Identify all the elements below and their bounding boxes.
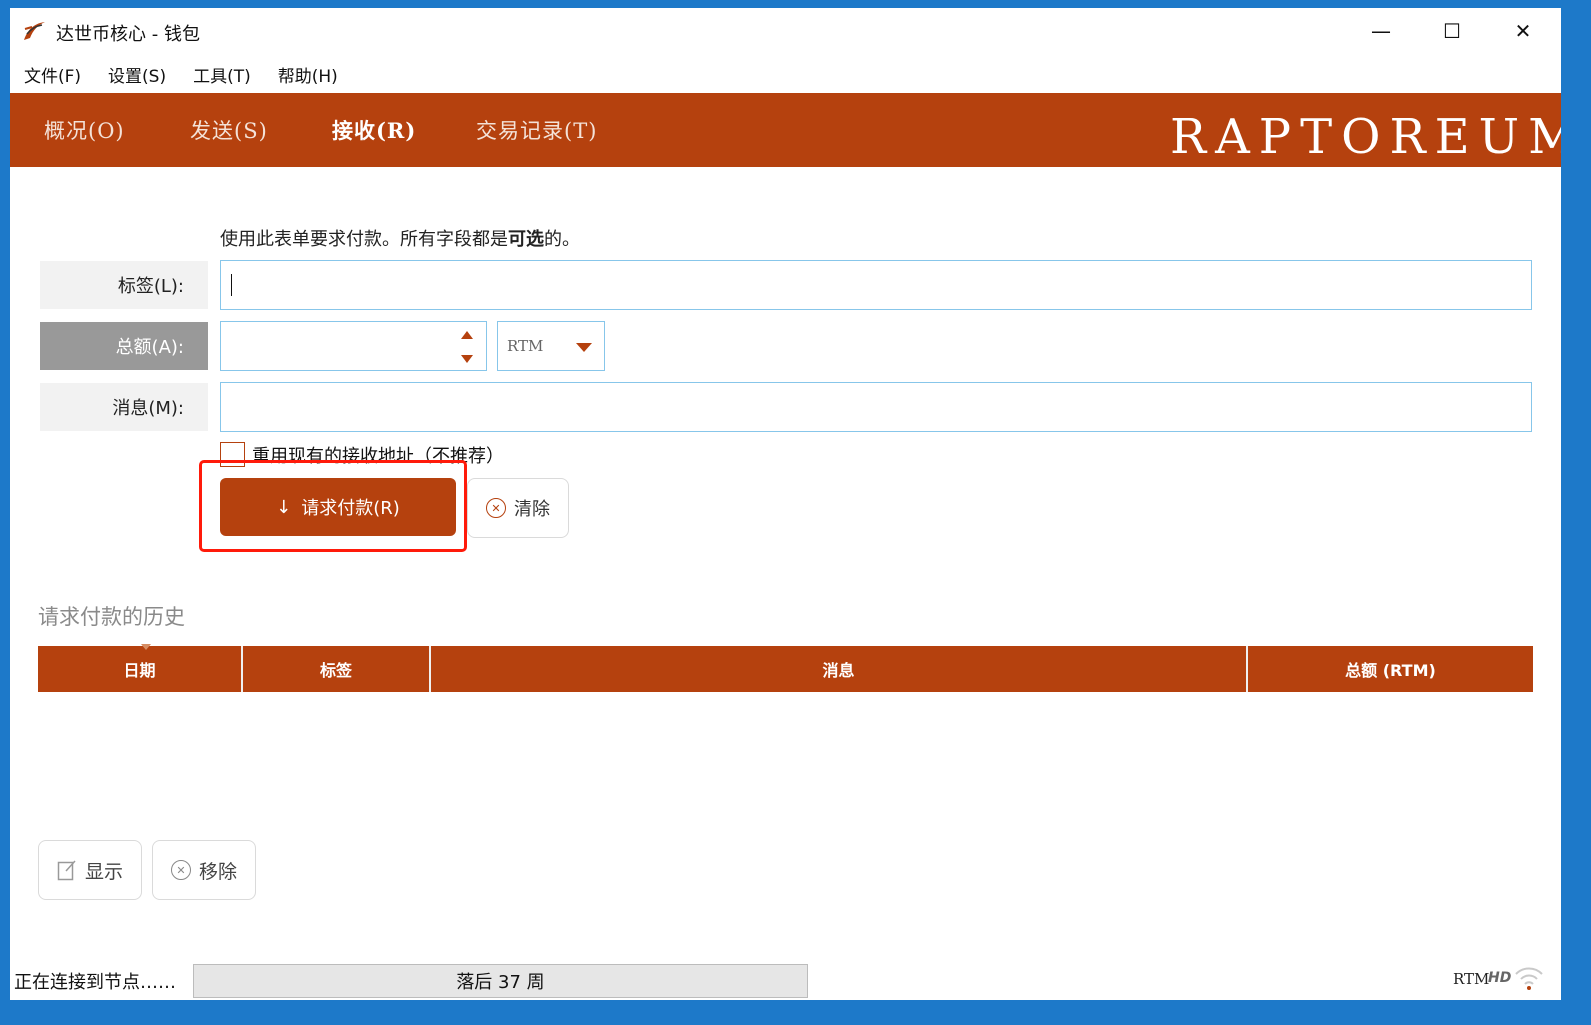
menu-bar: 文件(F) 设置(S) 工具(T) 帮助(H) bbox=[10, 56, 1561, 92]
message-field-label: 消息(M): bbox=[40, 383, 208, 431]
unit-select[interactable]: RTM bbox=[497, 321, 605, 371]
amount-input[interactable] bbox=[220, 321, 487, 371]
column-header-date[interactable]: 日期 bbox=[38, 646, 243, 692]
request-payment-label: 请求付款(R) bbox=[301, 498, 400, 519]
edit-document-icon bbox=[57, 860, 76, 881]
tab-bar: 概况(O) 发送(S) 接收(R) 交易记录(T) RAPTOREUM bbox=[10, 93, 1561, 167]
column-header-message[interactable]: 消息 bbox=[431, 646, 1248, 692]
remove-button[interactable]: ✕ 移除 bbox=[152, 840, 256, 900]
form-intro: 使用此表单要求付款。所有字段都是可选的。 bbox=[220, 225, 580, 251]
menu-file[interactable]: 文件(F) bbox=[24, 56, 94, 92]
intro-bold: 可选 bbox=[508, 229, 544, 250]
intro-text: 使用此表单要求付款。所有字段都是 bbox=[220, 229, 508, 250]
maximize-button[interactable]: ☐ bbox=[1417, 8, 1487, 54]
close-button[interactable]: ✕ bbox=[1488, 8, 1558, 54]
history-table-header: 日期 标签 消息 总额 (RTM) bbox=[38, 646, 1533, 692]
status-unit[interactable]: RTM bbox=[1453, 970, 1489, 988]
show-button-label: 显示 bbox=[84, 860, 123, 883]
raptoreum-logo-icon bbox=[24, 22, 45, 40]
tab-receive[interactable]: 接收(R) bbox=[332, 115, 416, 145]
circle-x-icon: ✕ bbox=[486, 498, 506, 518]
arrow-down-icon: ↓ bbox=[276, 496, 292, 518]
menu-help[interactable]: 帮助(H) bbox=[278, 56, 351, 92]
remove-button-label: 移除 bbox=[198, 860, 237, 883]
intro-suffix: 的。 bbox=[544, 229, 580, 250]
menu-settings[interactable]: 设置(S) bbox=[108, 56, 179, 92]
menu-tools[interactable]: 工具(T) bbox=[193, 56, 264, 92]
hd-wallet-icon: HD bbox=[1488, 970, 1512, 986]
reuse-address-checkbox[interactable] bbox=[220, 442, 245, 467]
sync-progress-bar: 落后 37 周 bbox=[193, 964, 808, 998]
reuse-address-label[interactable]: 重用现有的接收地址（不推荐） bbox=[252, 442, 504, 468]
unit-select-value: RTM bbox=[507, 337, 544, 355]
column-header-label[interactable]: 标签 bbox=[243, 646, 431, 692]
brand-logo: RAPTOREUM bbox=[1170, 109, 1561, 165]
request-payment-button[interactable]: ↓ 请求付款(R) bbox=[220, 478, 456, 536]
show-button[interactable]: 显示 bbox=[38, 840, 142, 900]
wallet-window: 达世币核心 - 钱包 — ☐ ✕ 文件(F) 设置(S) 工具(T) 帮助(H)… bbox=[10, 8, 1561, 1000]
window-title: 达世币核心 - 钱包 bbox=[56, 24, 200, 45]
tab-overview[interactable]: 概况(O) bbox=[44, 115, 125, 145]
clear-button-label: 清除 bbox=[514, 499, 550, 520]
minimize-button[interactable]: — bbox=[1346, 8, 1416, 54]
text-caret bbox=[231, 274, 232, 296]
title-bar: 达世币核心 - 钱包 — ☐ ✕ bbox=[10, 8, 1561, 54]
connection-status: 正在连接到节点…… bbox=[14, 972, 176, 993]
label-input[interactable] bbox=[220, 260, 1532, 310]
amount-field-label: 总额(A): bbox=[40, 322, 208, 370]
message-input[interactable] bbox=[220, 382, 1532, 432]
spinner-arrows-icon[interactable] bbox=[460, 328, 474, 366]
tab-transactions[interactable]: 交易记录(T) bbox=[476, 115, 597, 145]
sort-indicator-icon bbox=[141, 644, 151, 650]
history-title: 请求付款的历史 bbox=[38, 605, 185, 629]
dropdown-arrow-icon bbox=[576, 343, 592, 352]
wifi-signal-icon bbox=[1515, 967, 1543, 990]
sync-progress-label: 落后 37 周 bbox=[456, 972, 545, 993]
circle-x-icon: ✕ bbox=[170, 860, 191, 880]
tab-send[interactable]: 发送(S) bbox=[190, 115, 268, 145]
label-field-label: 标签(L): bbox=[40, 261, 208, 309]
column-header-amount[interactable]: 总额 (RTM) bbox=[1248, 646, 1533, 692]
clear-button[interactable]: ✕ 清除 bbox=[467, 478, 569, 538]
